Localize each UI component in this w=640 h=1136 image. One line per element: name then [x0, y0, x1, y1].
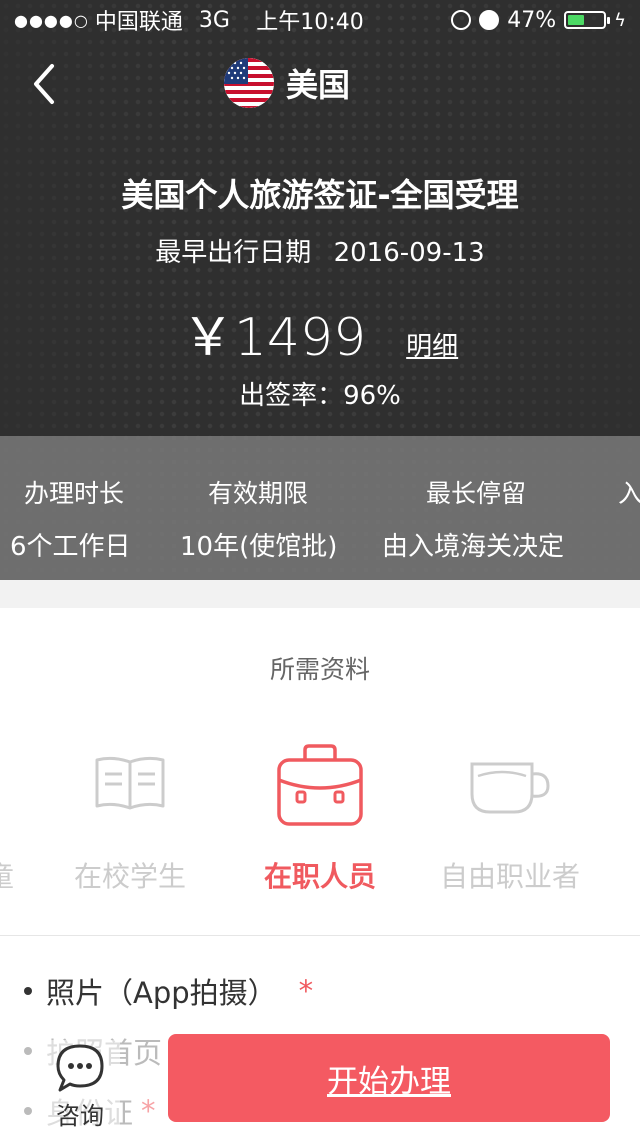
consult-label: 咨询	[56, 1102, 104, 1130]
cup-icon	[468, 758, 552, 820]
back-button[interactable]	[26, 60, 66, 108]
stat-label: 办理时长	[24, 479, 125, 508]
status-bar: ●●●●○ 中国联通 3G 上午10:40 47% ϟ	[0, 0, 640, 40]
bullet-icon	[24, 987, 32, 995]
page-title: 美国	[286, 66, 351, 104]
charging-icon: ϟ	[614, 9, 626, 31]
battery-percent: 47%	[507, 7, 557, 33]
section-gap	[0, 580, 640, 608]
signal-icon: ●●●●○	[14, 10, 89, 30]
date-label: 最早出行日期	[155, 238, 312, 268]
stat-label: 有效期限	[208, 479, 309, 508]
requirement-text: 照片（App拍摄）	[46, 976, 277, 1010]
status-time: 上午10:40	[256, 10, 364, 35]
category-tab-student[interactable]: 在校学生	[40, 740, 220, 893]
stat-processing-time: 办理时长 6个工作日	[0, 436, 150, 580]
bullet-icon	[24, 1107, 32, 1115]
earliest-date: 最早出行日期 2016-09-13	[0, 232, 640, 269]
category-label: 在校学生	[73, 860, 186, 893]
stat-label: 最长停留	[426, 479, 527, 508]
price: ￥1499	[181, 308, 367, 368]
us-flag-icon	[224, 58, 274, 108]
stat-label: 入	[618, 479, 640, 508]
briefcase-icon	[275, 744, 365, 832]
chevron-left-icon	[34, 64, 54, 104]
stat-value: 由入境海关决定	[382, 532, 565, 562]
approval-rate: 出签率：96%	[239, 381, 401, 411]
consult-button[interactable]: 咨询	[40, 1040, 120, 1132]
price-detail-link[interactable]: 明细	[406, 326, 458, 363]
required-mark: *	[141, 1094, 156, 1128]
stat-validity: 有效期限 10年(使馆批)	[170, 436, 360, 580]
date-value: 2016-09-13	[333, 238, 485, 268]
category-tab-partial[interactable]: 童	[0, 855, 14, 895]
chat-bubble-icon	[54, 1042, 106, 1098]
category-label: 在职人员	[263, 860, 376, 893]
battery-icon	[564, 11, 611, 29]
stat-max-stay: 最长停留 由入境海关决定	[380, 436, 600, 580]
stat-value: 10年(使馆批)	[180, 532, 338, 562]
price-row: ￥1499 明细	[0, 295, 640, 370]
alarm-icon	[479, 10, 500, 30]
visa-title: 美国个人旅游签证-全国受理	[121, 176, 519, 214]
required-mark: *	[298, 974, 314, 1008]
rotation-lock-icon	[451, 10, 472, 30]
category-label: 自由职业者	[439, 860, 580, 893]
bullet-icon	[24, 1047, 32, 1055]
start-application-button[interactable]: 开始办理	[168, 1034, 610, 1122]
nav-bar: 美国	[0, 40, 640, 128]
carrier-label: 中国联通	[94, 10, 183, 35]
book-icon	[93, 754, 167, 816]
category-tab-employee[interactable]: 在职人员	[230, 740, 410, 893]
stat-value: 6个工作日	[10, 532, 131, 562]
divider	[0, 935, 640, 936]
materials-title: 所需资料	[269, 655, 370, 684]
battery-fill	[568, 15, 585, 25]
category-tab-freelancer[interactable]: 自由职业者	[420, 740, 600, 893]
status-right: 47% ϟ	[416, 8, 626, 33]
visa-stats[interactable]: 办理时长 6个工作日 有效期限 10年(使馆批) 最长停留 由入境海关决定 入	[0, 436, 640, 580]
stat-entry: 入	[618, 436, 640, 580]
nav-title: 美国	[224, 58, 350, 108]
requirement-photo: 照片（App拍摄） *	[24, 970, 313, 1012]
